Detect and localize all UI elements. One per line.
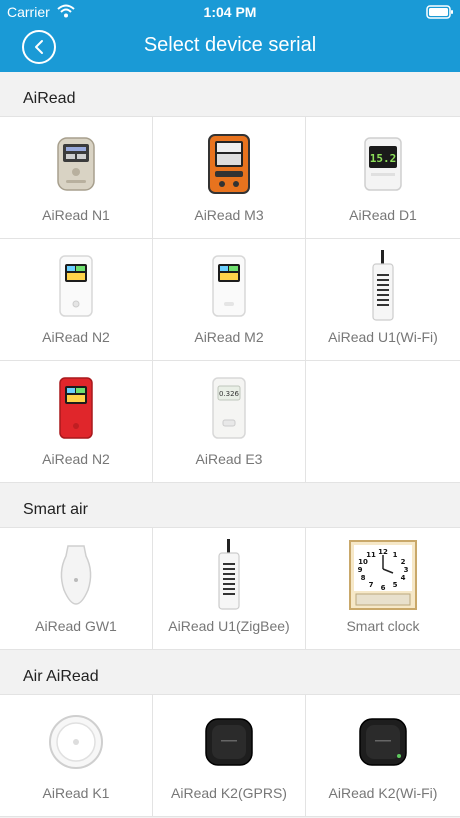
d1-reading: 15.2 (370, 152, 397, 165)
device-label: AiRead N2 (42, 451, 110, 467)
airead-m2-device-icon (153, 251, 305, 321)
clock-numeral: 4 (401, 574, 406, 582)
device-item-airead-m3[interactable]: AiRead M3 (153, 117, 306, 239)
airead-k2-gprs-device-icon (153, 707, 305, 777)
device-label: AiRead K2(GPRS) (171, 785, 287, 801)
device-item-airead-u1-wifi[interactable]: AiRead U1(Wi-Fi) (306, 239, 460, 361)
airead-d1-device-icon: 15.2 (306, 129, 460, 199)
clock-numeral: 11 (366, 551, 376, 559)
device-label: AiRead K1 (42, 785, 110, 801)
empty-cell (306, 361, 460, 483)
device-item-airead-m2[interactable]: AiRead M2 (153, 239, 306, 361)
airead-e3-device-icon: 0.326 (153, 373, 305, 443)
device-item-airead-k1[interactable]: AiRead K1 (0, 695, 153, 817)
device-label: AiRead M3 (194, 207, 264, 223)
device-label: AiRead K2(Wi-Fi) (328, 785, 438, 801)
nav-bar: Select device serial (0, 24, 460, 72)
airead-k2-wifi-device-icon (306, 707, 460, 777)
airead-gw1-device-icon (0, 540, 152, 610)
airead-u1-zigbee-device-icon (153, 539, 305, 610)
section-title-air-airead: Air AiRead (0, 650, 460, 694)
app-header: Carrier 1:04 PM Select device serial (0, 0, 460, 72)
page-title: Select device serial (143, 34, 317, 56)
device-grid-smart-air: AiRead GW1 AiRead U1(ZigBee) 12 1 2 3 4 … (0, 527, 460, 650)
clock-numeral: 7 (369, 581, 374, 589)
clock-numeral: 10 (358, 558, 368, 566)
section-title-airead: AiRead (0, 72, 460, 116)
device-item-airead-n1[interactable]: AiRead N1 (0, 117, 153, 239)
device-list[interactable]: AiRead AiRead N1 AiRead M3 15.2 AiRead D… (0, 72, 460, 818)
device-item-airead-u1-zigbee[interactable]: AiRead U1(ZigBee) (153, 528, 306, 650)
device-item-airead-k2-wifi[interactable]: AiRead K2(Wi-Fi) (306, 695, 460, 817)
device-label: Smart clock (346, 618, 420, 634)
airead-n1-device-icon (0, 129, 152, 199)
device-label: AiRead U1(Wi-Fi) (328, 329, 438, 345)
clock-numeral: 5 (393, 581, 398, 589)
device-item-airead-n2-red[interactable]: AiRead N2 (0, 361, 153, 483)
device-grid-airead: AiRead N1 AiRead M3 15.2 AiRead D1 AiRea… (0, 116, 460, 483)
clock-numeral: 9 (358, 566, 363, 574)
device-item-airead-gw1[interactable]: AiRead GW1 (0, 528, 153, 650)
device-item-smart-clock[interactable]: 12 1 2 3 4 5 6 7 8 9 10 11 Smart clock (306, 528, 460, 650)
section-title-smart-air: Smart air (0, 483, 460, 527)
airead-m3-device-icon (153, 129, 305, 199)
device-grid-air-airead: AiRead K1 AiRead K2(GPRS) AiRead K2(Wi-F… (0, 694, 460, 817)
clock-numeral: 8 (361, 574, 366, 582)
device-label: AiRead U1(ZigBee) (168, 618, 290, 634)
battery-icon (426, 5, 454, 22)
device-label: AiRead N2 (42, 329, 110, 345)
device-item-airead-n2[interactable]: AiRead N2 (0, 239, 153, 361)
clock-numeral: 2 (401, 558, 406, 566)
clock-numeral: 3 (404, 566, 409, 574)
clock-numeral: 12 (378, 548, 388, 556)
device-label: AiRead D1 (349, 207, 417, 223)
e3-reading: 0.326 (219, 390, 240, 398)
airead-u1-wifi-device-icon (306, 250, 460, 321)
status-time: 1:04 PM (203, 4, 257, 20)
device-item-airead-k2-gprs[interactable]: AiRead K2(GPRS) (153, 695, 306, 817)
clock-numeral: 1 (393, 551, 398, 559)
airead-k1-device-icon (0, 707, 152, 777)
clock-numeral: 6 (381, 584, 386, 592)
device-label: AiRead E3 (195, 451, 263, 467)
device-item-airead-d1[interactable]: 15.2 AiRead D1 (306, 117, 460, 239)
device-label: AiRead GW1 (35, 618, 117, 634)
status-bar: Carrier 1:04 PM (0, 0, 460, 24)
device-item-airead-e3[interactable]: 0.326 AiRead E3 (153, 361, 306, 483)
smart-clock-device-icon: 12 1 2 3 4 5 6 7 8 9 10 11 (306, 540, 460, 610)
airead-n2-white-device-icon (0, 251, 152, 321)
device-label: AiRead M2 (194, 329, 264, 345)
device-label: AiRead N1 (42, 207, 110, 223)
airead-n2-red-device-icon (0, 373, 152, 443)
